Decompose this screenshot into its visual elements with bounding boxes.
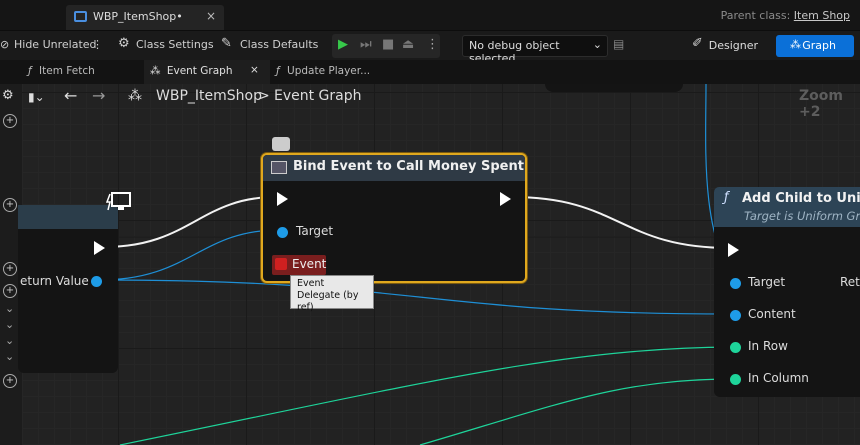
forward-arrow-icon[interactable]: → [92,86,105,105]
node-header: ƒ Add Child to Unifo Target is Uniform G… [714,187,860,227]
graph-button[interactable]: ⁂ Graph [776,35,854,57]
stop-icon[interactable]: ■ [382,37,394,52]
breadcrumb-root[interactable]: WBP_ItemShop [156,88,262,104]
add-icon[interactable]: + [3,262,17,276]
parent-class: Parent class: Item Shop [721,9,850,22]
parent-class-link[interactable]: Item Shop [794,9,850,22]
class-defaults-button[interactable]: Class Defaults [240,38,318,51]
graph-button-label: Graph [802,39,836,52]
event-pin[interactable]: Event [272,255,326,275]
target-label: Target [748,275,786,289]
tab-label: Event Graph [166,65,233,77]
exec-out-pin[interactable] [94,241,105,255]
int-wire-row [119,346,734,445]
designer-button[interactable]: Designer [688,36,758,56]
return-value-pin[interactable] [91,276,102,287]
document-tabs: ƒ Item Fetch ⁂ Event Graph × ƒ Update Pl… [0,60,860,84]
more-options-icon[interactable]: ⋮ [92,38,103,51]
tab-update-player[interactable]: ƒ Update Player... [276,60,396,84]
step-icon[interactable]: ⏭ [360,37,372,52]
add-icon[interactable]: + [3,114,17,128]
asset-tab-bar: WBP_ItemShop• × Parent class: Item Shop [0,0,860,30]
in-column-pin[interactable] [730,374,741,385]
function-icon: ƒ [276,65,280,77]
exec-wire-out [511,196,731,249]
add-icon[interactable]: + [3,198,17,212]
exec-in-pin[interactable] [728,243,739,257]
target-label: Target [296,224,334,238]
play-icon[interactable]: ▶ [338,37,348,52]
hide-unrelated-icon: ⊘ [0,38,10,51]
pin-tooltip: Event Delegate (by ref) [290,275,374,313]
target-pin[interactable] [277,227,288,238]
target-pin[interactable] [730,278,741,289]
main-toolbar: ⊘ Hide Unrelated ⋮ ⚙ Class Settings ✎ Cl… [0,30,860,65]
function-icon: ƒ [28,65,32,77]
content-label: Content [748,307,796,321]
node-header [18,205,118,229]
class-settings-button[interactable]: Class Settings [136,38,214,51]
hide-unrelated-button[interactable]: Hide Unrelated [14,38,97,51]
breadcrumb-leaf[interactable]: Event Graph [274,88,362,104]
tab-label: Item Fetch [39,65,95,77]
object-wire-content [99,279,734,315]
debug-filter-icon[interactable]: ▤ [613,37,624,51]
return-label: Ret [840,275,860,289]
close-tab-icon[interactable]: × [250,64,259,76]
node-type-icon [271,161,287,174]
chevron-down-icon: ⌄ [592,38,602,51]
bind-event-node[interactable]: Bind Event to Call Money Spent Target Ev… [261,153,527,283]
chevron-down-icon[interactable]: ⌄ [5,350,14,363]
tab-item-fetch[interactable]: ƒ Item Fetch [28,60,142,84]
eject-icon[interactable]: ⏏ [402,37,414,52]
play-controls: ▶ ⏭ ■ ⏏ ⋮ [332,34,440,58]
add-icon[interactable]: + [3,374,17,388]
debug-object-select[interactable]: No debug object selected ⌄ [462,35,608,65]
return-value-node[interactable]: eturn Value [18,205,118,373]
bookmark-icon[interactable]: ▮⌄ [28,90,45,104]
widget-blueprint-icon [74,11,87,22]
chevron-down-icon[interactable]: ⌄ [5,302,14,315]
graph-breadcrumb: ⚙ ▮⌄ ← → ⁂ WBP_ItemShop > Event Graph [2,84,860,110]
gear-icon: ⚙ [118,36,130,51]
return-value-label: eturn Value [20,274,89,288]
node-subtitle: Target is Uniform Gr [744,209,860,223]
zoom-level: Zoom +2 [799,88,843,120]
graph-icon: ⁂ [790,38,801,51]
in-row-label: In Row [748,339,788,353]
add-child-node[interactable]: ƒ Add Child to Unifo Target is Uniform G… [714,187,860,397]
back-arrow-icon[interactable]: ← [64,86,77,105]
parent-class-prefix: Parent class: [720,9,791,22]
asset-tab-wbp-itemshop[interactable]: WBP_ItemShop• × [66,5,224,30]
add-icon[interactable]: + [3,284,17,298]
int-wire-column [419,378,734,445]
in-row-pin[interactable] [730,342,741,353]
chevron-down-icon[interactable]: ⌄ [5,318,14,331]
breadcrumb-separator: > [258,88,270,104]
tooltip-title: Event [297,278,325,289]
comment-bubble-icon[interactable] [272,137,290,151]
event-label: Event [292,257,327,271]
exec-in-pin[interactable] [277,192,288,206]
content-pin[interactable] [730,310,741,321]
chevron-down-icon[interactable]: ⌄ [5,334,14,347]
node-title: Add Child to Unifo [742,191,860,206]
in-column-label: In Column [748,371,809,385]
graph-icon: ⁂ [150,65,161,77]
brush-icon: ✎ [221,36,232,51]
tab-label: Update Player... [287,65,371,77]
play-options-icon[interactable]: ⋮ [426,37,439,52]
delegate-pin-icon [275,258,287,270]
tooltip-type: Delegate (by ref) [297,290,359,313]
close-tab-icon[interactable]: × [206,9,216,23]
tab-event-graph[interactable]: ⁂ Event Graph × [144,60,270,84]
exec-out-pin[interactable] [500,192,511,206]
node-title: Bind Event to Call Money Spent [293,159,524,174]
graph-icon: ⁂ [128,88,142,104]
settings-gear-icon[interactable]: ⚙ [2,88,14,103]
asset-tab-label: WBP_ItemShop• [93,10,183,23]
monitor-context-icon [106,192,131,211]
function-icon: ƒ [724,190,729,205]
node-header: Bind Event to Call Money Spent [263,155,525,181]
